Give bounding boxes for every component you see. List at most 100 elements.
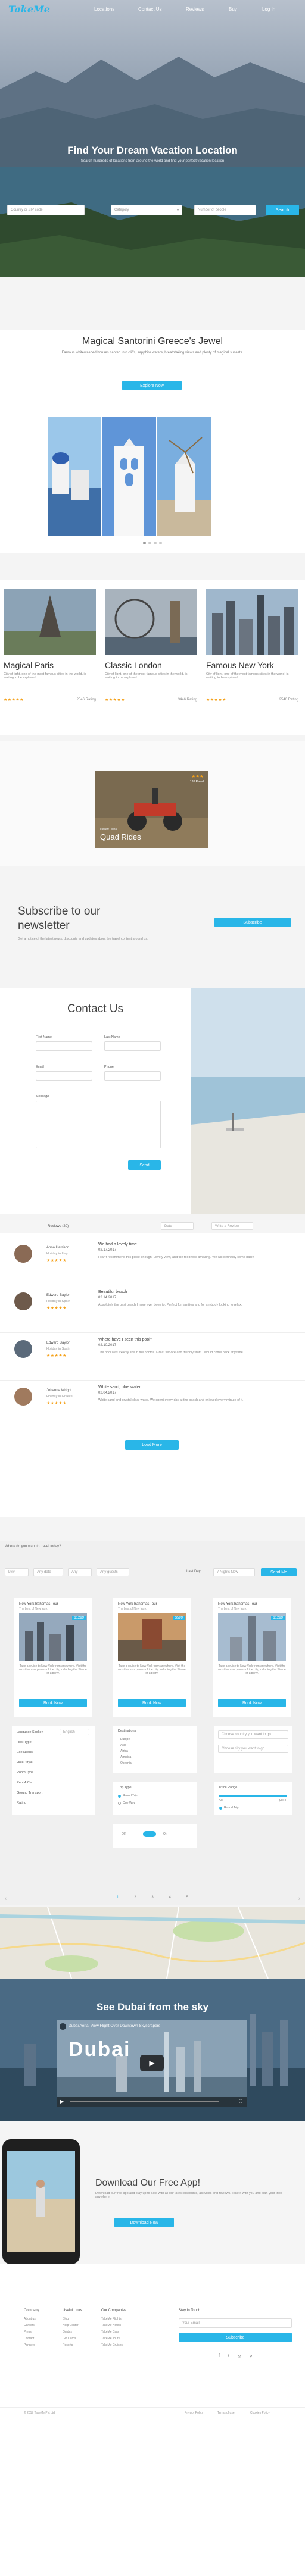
prev-arrow-icon[interactable]: ‹ — [5, 1895, 7, 1901]
option-row[interactable]: Executions — [17, 1751, 33, 1754]
download-now-button[interactable]: Download Now — [114, 2218, 174, 2227]
option-row[interactable]: Language Spoken — [17, 1730, 43, 1734]
toggle-switch[interactable] — [143, 1831, 156, 1837]
footer-link[interactable]: Blog — [63, 2317, 104, 2321]
option-row[interactable]: Ground Transport — [17, 1791, 42, 1795]
book-now-button[interactable]: Book Now — [19, 1699, 87, 1707]
explore-now-button[interactable]: Explore Now — [122, 381, 182, 390]
deal-card[interactable]: New York Bahamas Tour The best of New Yo… — [113, 1598, 191, 1717]
instagram-icon[interactable]: ◎ — [238, 2354, 241, 2359]
filter-guests[interactable]: Any guests — [97, 1568, 129, 1576]
option-row[interactable]: Host Type — [17, 1741, 32, 1744]
destination-item[interactable]: America — [120, 1755, 131, 1759]
city-card-london[interactable]: Classic London City of light, one of the… — [105, 589, 197, 717]
play-icon[interactable]: ▶ — [140, 2055, 164, 2071]
nav-link-reviews[interactable]: Reviews — [186, 7, 204, 12]
last-name-field[interactable] — [104, 1041, 161, 1051]
deal-card[interactable]: New York Bahamas Tour The best of New Yo… — [14, 1598, 92, 1717]
footer-link[interactable]: Help Center — [63, 2324, 104, 2327]
quad-card[interactable]: ★★★ 120 Rated Desert Dubai Quad Rides — [95, 771, 208, 848]
legal-privacy[interactable]: Privacy Policy — [185, 2411, 203, 2415]
gallery-dot[interactable] — [148, 542, 151, 544]
video-title[interactable]: Dubai Aerial View Flight Over Downtown S… — [69, 2024, 160, 2028]
footer-link[interactable]: Press — [24, 2330, 66, 2334]
option-row[interactable]: Rating — [17, 1801, 26, 1805]
video-progress[interactable] — [70, 2101, 219, 2102]
option-row[interactable]: Room Type — [17, 1771, 33, 1774]
gallery-dot[interactable] — [154, 542, 157, 544]
footer-link[interactable]: Gift Cards — [63, 2337, 104, 2340]
option-row[interactable]: Hotel Style — [17, 1761, 33, 1764]
trip-option-oneway[interactable]: One Way — [118, 1801, 135, 1805]
page-number[interactable]: 3 — [151, 1896, 153, 1899]
message-field[interactable] — [36, 1101, 161, 1148]
book-now-button[interactable]: Book Now — [118, 1699, 186, 1707]
footer-link[interactable]: TakeMe Flights — [101, 2317, 149, 2321]
footer-link[interactable]: Guides — [63, 2330, 104, 2334]
footer-link[interactable]: TakeMe Cruises — [101, 2343, 149, 2347]
destination-item[interactable]: Europe — [120, 1738, 130, 1741]
destination-item[interactable]: Asia — [120, 1744, 126, 1747]
category-select[interactable]: Category ▾ — [111, 205, 182, 215]
filter-type[interactable]: Any — [68, 1568, 92, 1576]
filter-date[interactable]: Any date — [33, 1568, 63, 1576]
map-image[interactable] — [0, 1907, 305, 1979]
page-number[interactable]: 1 — [117, 1896, 119, 1899]
video-play-small-icon[interactable]: ▶ — [60, 2099, 64, 2104]
city-select[interactable]: Choose city you want to go — [218, 1745, 288, 1753]
nav-link-locations[interactable]: Locations — [94, 7, 114, 12]
page-number[interactable]: 2 — [134, 1896, 136, 1899]
footer-link[interactable]: TakeMe Tours — [101, 2337, 149, 2340]
nav-link-buy[interactable]: Buy — [229, 7, 237, 12]
footer-email-input[interactable]: Your Email — [179, 2318, 292, 2328]
footer-link[interactable]: Careers — [24, 2324, 66, 2327]
book-now-button[interactable]: Book Now — [218, 1699, 286, 1707]
footer-link[interactable]: About us — [24, 2317, 66, 2321]
price-slider[interactable] — [219, 1795, 287, 1797]
country-select[interactable]: Choose country you want to go — [218, 1730, 288, 1739]
option-row[interactable]: Rent A Car — [17, 1781, 33, 1785]
trip-option-round[interactable]: Round Trip — [118, 1794, 137, 1798]
phone-field[interactable] — [104, 1071, 161, 1081]
reviews-sort-select[interactable]: Date — [161, 1222, 194, 1230]
send-button[interactable]: Send — [128, 1160, 161, 1170]
people-input[interactable]: Number of people — [194, 205, 256, 215]
footer-subscribe-button[interactable]: Subscribe — [179, 2333, 292, 2342]
footer-link[interactable]: TakeMe Hotels — [101, 2324, 149, 2327]
nav-link-login[interactable]: Log In — [262, 7, 275, 12]
video-player[interactable]: Dubai Aerial View Flight Over Downtown S… — [57, 2020, 247, 2107]
first-name-field[interactable] — [36, 1041, 92, 1051]
gallery-dot[interactable] — [143, 542, 146, 544]
legal-cookies[interactable]: Cookies Policy — [250, 2411, 270, 2415]
gallery-dot[interactable] — [159, 542, 162, 544]
page-number[interactable]: 5 — [186, 1896, 188, 1899]
write-review-button[interactable]: Write a Review — [211, 1222, 253, 1230]
pinterest-icon[interactable]: p — [250, 2354, 252, 2359]
city-card-newyork[interactable]: Famous New York City of light, one of th… — [206, 589, 298, 717]
footer-link[interactable]: Contact — [24, 2337, 66, 2340]
zip-input[interactable]: Country or ZIP code — [7, 205, 85, 215]
filter-location[interactable]: Lviv — [5, 1568, 29, 1576]
send-me-button[interactable]: Send Me — [261, 1568, 297, 1576]
logo[interactable]: TakeMe — [8, 4, 50, 15]
deal-card[interactable]: New York Bahamas Tour The best of New Yo… — [213, 1598, 291, 1717]
destination-item[interactable]: Africa — [120, 1749, 128, 1753]
email-field[interactable] — [36, 1071, 92, 1081]
footer-link[interactable]: TakeMe Cars — [101, 2330, 149, 2334]
radio-round-trip[interactable]: Round Trip — [219, 1806, 238, 1810]
page-number[interactable]: 4 — [169, 1896, 170, 1899]
language-select[interactable]: English — [60, 1729, 89, 1735]
nav-link-contact[interactable]: Contact Us — [138, 7, 162, 12]
twitter-icon[interactable]: t — [228, 2354, 229, 2359]
hero-search-button[interactable]: Search — [266, 205, 299, 215]
destination-item[interactable]: Oceania — [120, 1761, 132, 1765]
footer-link[interactable]: Resorts — [63, 2343, 104, 2347]
subscribe-button[interactable]: Subscribe — [214, 918, 291, 927]
fullscreen-icon[interactable]: ⛶ — [239, 2099, 242, 2105]
facebook-icon[interactable]: f — [219, 2354, 220, 2359]
legal-terms[interactable]: Terms of use — [217, 2411, 235, 2415]
footer-link[interactable]: Partners — [24, 2343, 66, 2347]
city-card-paris[interactable]: Magical Paris City of light, one of the … — [4, 589, 96, 717]
nights-select[interactable]: 7 Nights Now — [213, 1568, 255, 1576]
load-more-button[interactable]: Load More — [125, 1440, 179, 1450]
